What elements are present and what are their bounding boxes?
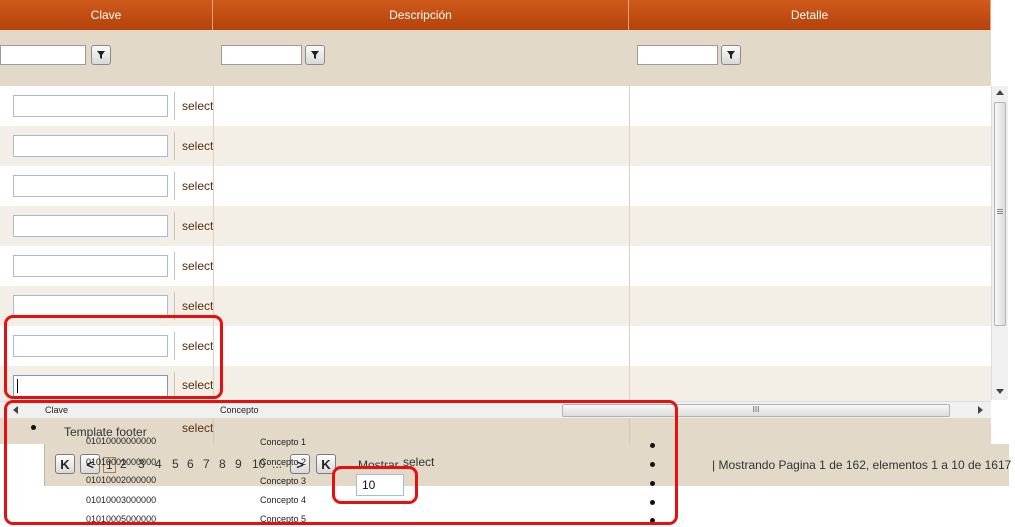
column-header-label: Detalle xyxy=(790,8,829,22)
filter-icon[interactable] xyxy=(721,45,741,65)
filter-icon[interactable] xyxy=(91,45,111,65)
row-select-link[interactable]: select xyxy=(182,219,213,233)
scroll-up-icon[interactable] xyxy=(996,90,1004,95)
row-select-link[interactable]: select xyxy=(182,139,213,153)
scroll-down-icon[interactable] xyxy=(996,389,1004,394)
table-row: select xyxy=(0,206,991,246)
row-clave-input[interactable] xyxy=(13,295,168,317)
scroll-right-icon[interactable] xyxy=(978,406,983,414)
column-header-label: Descripción xyxy=(389,8,452,22)
row-select-link[interactable]: select xyxy=(182,99,213,113)
row-clave-input[interactable] xyxy=(13,95,168,117)
table-row: select xyxy=(0,246,991,286)
filter-input-clave[interactable] xyxy=(0,45,86,65)
table-row: select xyxy=(0,126,991,166)
row-clave-input[interactable] xyxy=(13,215,168,237)
table-row: select xyxy=(0,86,991,126)
column-header-descripcion[interactable]: Descripción xyxy=(213,0,629,30)
column-header-label: Clave xyxy=(90,8,122,22)
row-select-link[interactable]: select xyxy=(182,179,213,193)
hscroll-grip: III xyxy=(752,405,760,414)
filter-icon[interactable] xyxy=(305,45,325,65)
row-clave-input[interactable] xyxy=(13,255,168,277)
column-header-clave[interactable]: Clave xyxy=(0,0,213,30)
column-header-detalle[interactable]: Detalle xyxy=(629,0,991,30)
filter-bar xyxy=(0,30,991,86)
highlight-box-overlay xyxy=(4,400,678,525)
row-select-link[interactable]: select xyxy=(182,299,213,313)
highlight-box-page-size xyxy=(332,466,418,504)
table-row: select xyxy=(0,166,991,206)
highlight-box-rows xyxy=(4,315,223,399)
filter-input-detalle[interactable] xyxy=(637,45,718,65)
vertical-scrollbar[interactable] xyxy=(991,86,1008,400)
pager-status: | Mostrando Pagina 1 de 162, elementos 1… xyxy=(712,458,1012,472)
scroll-thumb[interactable] xyxy=(994,102,1006,326)
row-select-link[interactable]: select xyxy=(182,259,213,273)
row-clave-input[interactable] xyxy=(13,175,168,197)
row-clave-input[interactable] xyxy=(13,135,168,157)
filter-input-descripcion[interactable] xyxy=(221,45,302,65)
